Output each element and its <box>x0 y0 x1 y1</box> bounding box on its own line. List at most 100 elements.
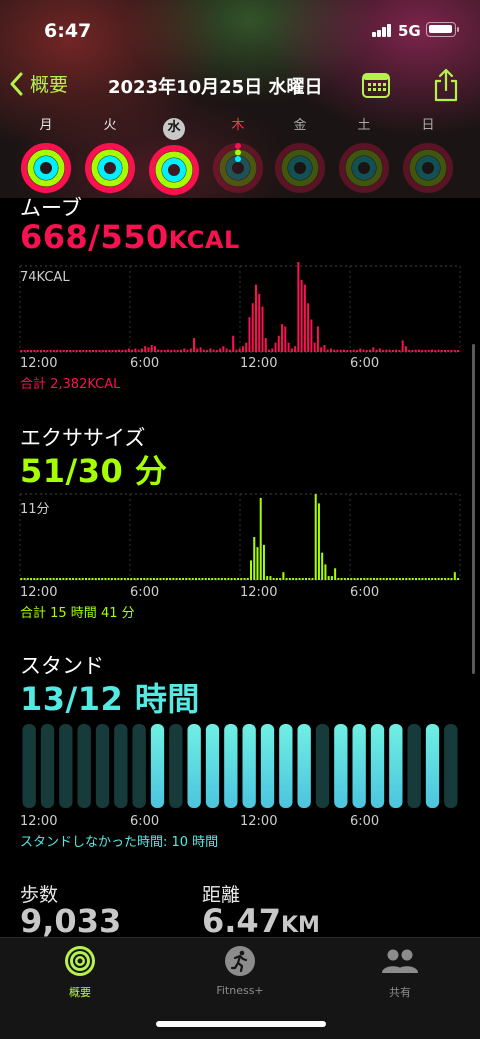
exercise-max-label: 11分 <box>20 502 50 517</box>
chart-bar <box>72 350 75 352</box>
chart-bar <box>52 578 55 580</box>
chart-bar <box>26 350 29 352</box>
chart-bar <box>411 578 414 580</box>
chart-bar <box>75 578 78 580</box>
distance-value: 6.47KM <box>202 902 320 940</box>
chart-bar <box>340 578 343 580</box>
stand-hour-met <box>187 724 201 808</box>
day-4[interactable]: 金 <box>272 116 328 194</box>
cellular-signal-icon <box>372 24 392 37</box>
chart-bar <box>389 578 392 580</box>
chart-bar <box>117 578 120 580</box>
tab-summary[interactable]: 概要 <box>25 944 135 1000</box>
chart-bar <box>269 576 272 580</box>
chart-bar <box>372 347 375 352</box>
chart-bar <box>131 349 134 352</box>
chart-bar <box>418 578 421 580</box>
chart-bar <box>430 349 433 352</box>
chart-bar <box>201 578 204 580</box>
chart-bar <box>398 578 401 580</box>
day-6[interactable]: 日 <box>400 116 456 194</box>
chart-bar <box>209 348 212 352</box>
chart-bar <box>238 348 241 352</box>
chart-bar <box>369 349 372 352</box>
chart-bar <box>375 349 378 352</box>
share-button[interactable] <box>432 68 460 102</box>
chart-bar <box>108 350 111 352</box>
chart-bar <box>359 348 362 352</box>
chart-bar <box>110 578 113 580</box>
chart-bar <box>408 350 411 352</box>
chart-bar <box>160 350 163 352</box>
chart-bar <box>437 578 440 580</box>
day-5[interactable]: 土 <box>336 116 392 194</box>
chart-bar <box>136 578 139 580</box>
chart-bar <box>391 350 394 352</box>
chart-bar <box>78 578 81 580</box>
chart-bar <box>421 350 424 352</box>
chart-bar <box>310 319 313 352</box>
chart-bar <box>284 326 287 352</box>
day-0[interactable]: 月 <box>18 116 74 194</box>
stand-hour-met <box>370 724 385 808</box>
chart-bar <box>314 494 317 580</box>
chart-bar <box>297 262 300 352</box>
stand-hour-missed <box>40 724 55 808</box>
chart-bar <box>228 349 231 352</box>
day-label: 水 <box>163 118 185 140</box>
chart-bar <box>85 578 88 580</box>
chart-bar <box>388 349 391 352</box>
chevron-left-icon <box>10 72 23 95</box>
chart-bar <box>237 578 240 580</box>
day-2[interactable]: 水 <box>146 116 202 196</box>
stand-hour-missed <box>315 724 330 808</box>
chart-bar <box>411 350 414 352</box>
day-label: 金 <box>293 118 307 133</box>
chart-bar <box>254 284 257 352</box>
chart-bar <box>69 350 72 352</box>
chart-bar <box>401 340 404 352</box>
status-time: 6:47 <box>44 20 92 42</box>
stand-hour-met <box>334 724 348 808</box>
tab-sharing[interactable]: 共有 <box>345 944 455 1000</box>
chart-bar <box>450 578 453 580</box>
chart-bar <box>227 578 230 580</box>
tick-label: 6:00 <box>350 356 380 371</box>
chart-bar <box>20 350 23 352</box>
day-label: 日 <box>421 118 435 133</box>
chart-bar <box>149 578 152 580</box>
stand-hour-missed <box>95 724 110 808</box>
chart-bar <box>246 578 249 580</box>
chart-bar <box>271 348 274 352</box>
chart-bar <box>88 578 91 580</box>
chart-bar <box>173 349 176 352</box>
activity-detail: ムーブ 668/550KCAL 74KCAL 12:00 6:00 12:00 … <box>0 196 480 940</box>
chart-bar <box>172 578 175 580</box>
chart-bar <box>134 348 137 352</box>
chart-bar <box>421 578 424 580</box>
chart-bar <box>98 350 101 352</box>
tick-label: 6:00 <box>130 356 160 371</box>
share-icon <box>434 68 458 102</box>
people-icon <box>382 949 418 973</box>
chart-bar <box>326 349 329 352</box>
chart-bar <box>186 349 189 352</box>
chart-bar <box>140 578 143 580</box>
chart-bar <box>118 349 121 352</box>
day-3[interactable]: 木 <box>210 116 266 194</box>
calendar-button[interactable] <box>362 71 390 99</box>
scroll-indicator[interactable] <box>472 344 475 674</box>
tab-fitness-plus[interactable]: Fitness+ <box>185 944 295 997</box>
day-1[interactable]: 火 <box>82 116 138 194</box>
stand-hour-missed <box>77 724 91 808</box>
back-button[interactable]: 概要 <box>10 70 68 97</box>
chart-bar <box>408 578 411 580</box>
chart-bar <box>78 350 81 352</box>
tab-label: 概要 <box>69 986 91 999</box>
chart-bar <box>133 578 136 580</box>
stand-chart <box>22 724 458 808</box>
home-indicator[interactable] <box>156 1021 326 1027</box>
stand-hour-met <box>297 724 311 808</box>
tick-label: 12:00 <box>20 814 58 829</box>
chart-bar <box>143 578 146 580</box>
